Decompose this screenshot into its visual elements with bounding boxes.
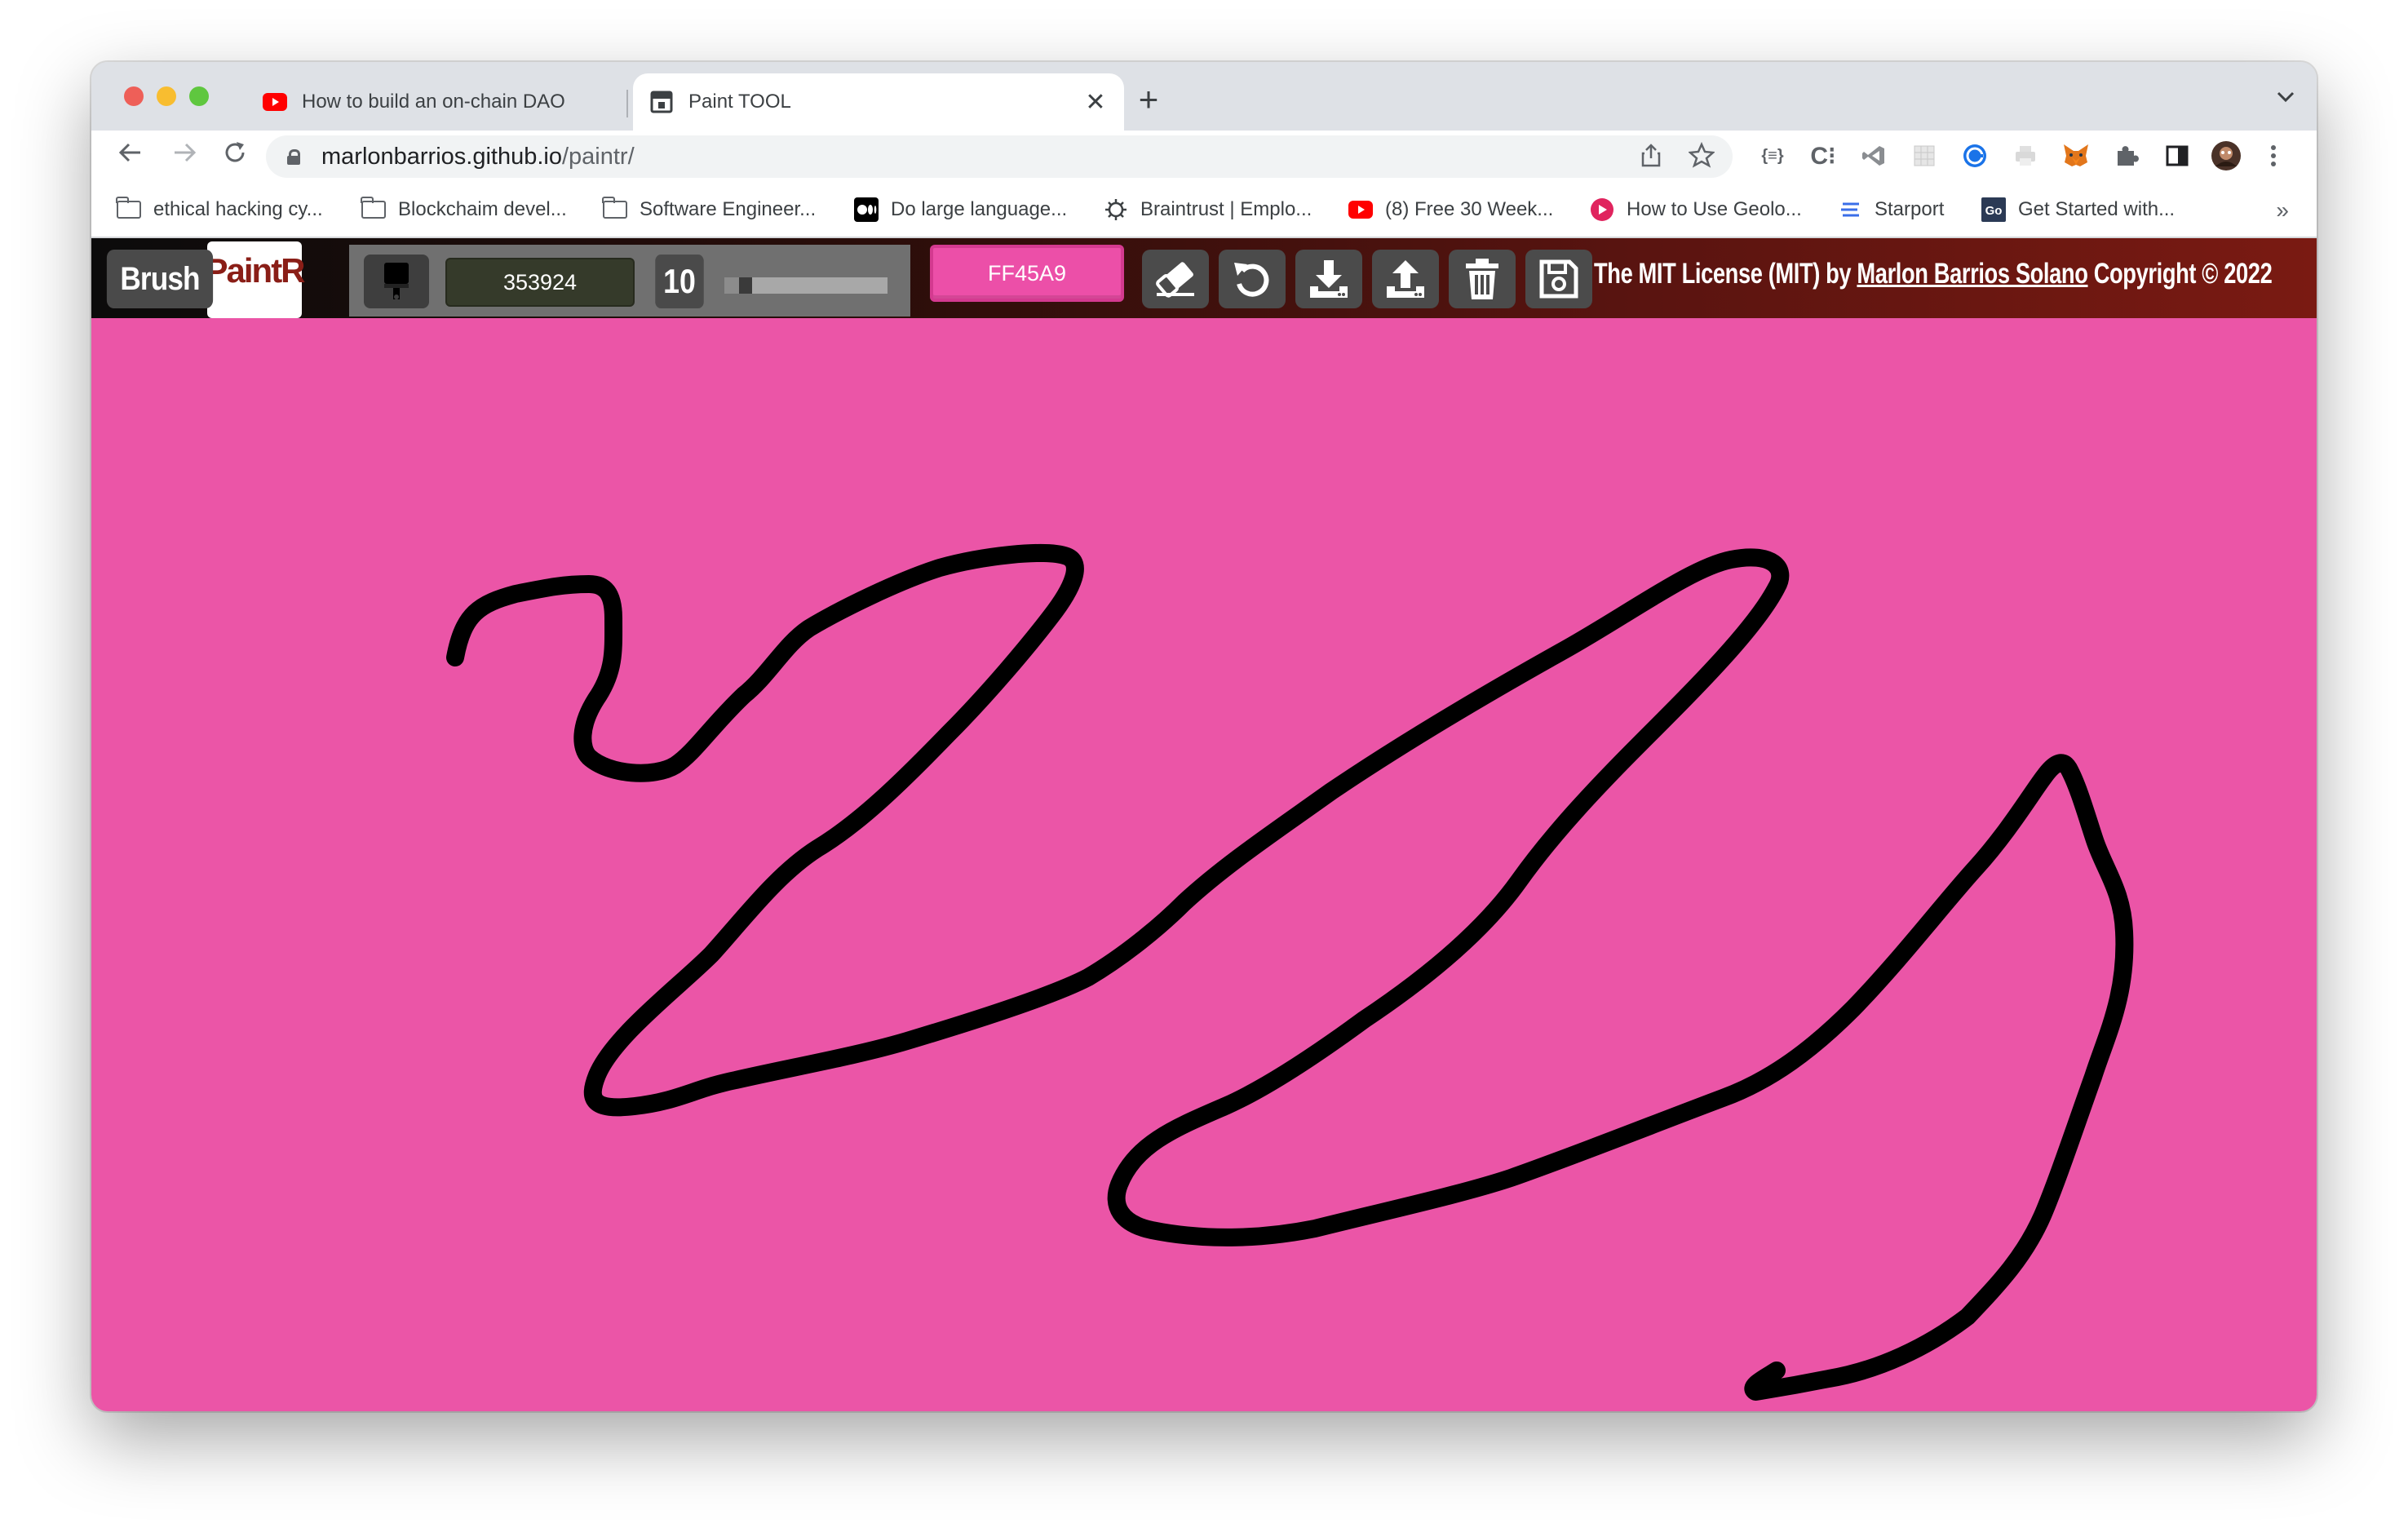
address-bar[interactable]: marlonbarrios.github.io/paintr/ bbox=[266, 135, 1733, 178]
bookmark-label: Software Engineer... bbox=[640, 198, 817, 220]
download-button[interactable] bbox=[1295, 250, 1362, 308]
lock-icon bbox=[287, 149, 300, 165]
eraser-icon bbox=[1156, 262, 1194, 298]
forward-arrow-icon bbox=[175, 143, 197, 162]
paint-brush-icon bbox=[384, 263, 409, 299]
vscode-extension-icon[interactable] bbox=[1858, 140, 1889, 171]
browser-menu-icon[interactable] bbox=[2258, 140, 2289, 171]
bookmark-label: ethical hacking cy... bbox=[153, 198, 323, 220]
svg-text:Go: Go bbox=[1985, 204, 2003, 218]
back-button[interactable] bbox=[113, 139, 148, 175]
code-extension-icon[interactable]: C⁝ bbox=[1808, 140, 1839, 171]
paintr-logo: PaintR bbox=[206, 241, 306, 318]
profile-avatar[interactable] bbox=[2211, 140, 2242, 171]
url-text: marlonbarrios.github.io/paintr/ bbox=[321, 143, 635, 170]
brush-size-value: 10 bbox=[655, 255, 704, 308]
clear-canvas-button[interactable] bbox=[1449, 250, 1516, 308]
tab-separator bbox=[626, 90, 628, 117]
bookmark-label: (8) Free 30 Week... bbox=[1385, 198, 1554, 220]
json-viewer-extension-icon[interactable]: {≡} bbox=[1757, 140, 1788, 171]
folder-icon bbox=[116, 197, 142, 222]
side-panel-icon[interactable] bbox=[2162, 140, 2193, 171]
bookmark-label: Starport bbox=[1875, 198, 1945, 220]
bookmark-braintrust[interactable]: Braintrust | Emplo... bbox=[1103, 183, 1312, 237]
brush-stroke bbox=[446, 543, 2134, 1401]
browser-window: How to build an on-chain DAO ✕ Paint TOO… bbox=[91, 62, 2317, 1411]
save-button[interactable] bbox=[1525, 250, 1592, 308]
more-bookmarks-button[interactable]: » bbox=[2276, 197, 2289, 224]
youtube-icon bbox=[1348, 197, 1374, 222]
bookmark-label: How to Use Geolo... bbox=[1627, 198, 1802, 220]
bookmark-free-30-week[interactable]: (8) Free 30 Week... bbox=[1348, 183, 1553, 237]
download-icon bbox=[1310, 260, 1348, 298]
background-color-button[interactable]: FF45A9 bbox=[930, 245, 1124, 302]
eraser-button[interactable] bbox=[1142, 250, 1209, 308]
save-icon bbox=[1539, 259, 1578, 299]
go-icon: Go bbox=[1981, 197, 2007, 222]
bookmark-software-engineer[interactable]: Software Engineer... bbox=[602, 183, 816, 237]
undo-button[interactable] bbox=[1219, 250, 1286, 308]
reload-button[interactable] bbox=[217, 139, 253, 175]
folder-icon bbox=[602, 197, 628, 222]
minimize-window-button[interactable] bbox=[157, 86, 176, 106]
paintr-toolbar: PaintR Brush 353924 10 FF45A9 The MIT Li… bbox=[91, 238, 2317, 318]
license-text: The MIT License (MIT) by Marlon Barrios … bbox=[1594, 258, 2273, 290]
bookmark-get-started[interactable]: Go Get Started with... bbox=[1981, 183, 2175, 237]
extensions-puzzle-icon[interactable] bbox=[2111, 140, 2142, 171]
back-arrow-icon bbox=[118, 143, 140, 162]
upload-button[interactable] bbox=[1372, 250, 1439, 308]
medium-icon bbox=[853, 197, 879, 222]
bookmark-geolocation[interactable]: How to Use Geolo... bbox=[1589, 183, 1802, 237]
trash-icon bbox=[1466, 259, 1498, 299]
brush-controls: 353924 10 bbox=[349, 245, 910, 317]
brush-size-slider[interactable] bbox=[724, 277, 888, 294]
bookmark-ethical-hacking[interactable]: ethical hacking cy... bbox=[116, 183, 323, 237]
reload-icon bbox=[225, 142, 245, 162]
printer-extension-icon[interactable] bbox=[2010, 140, 2041, 171]
tab-title: How to build an on-chain DAO bbox=[302, 91, 565, 113]
bookmark-blockchain-devel[interactable]: Blockchaim devel... bbox=[361, 183, 567, 237]
author-link[interactable]: Marlon Barrios Solano bbox=[1857, 258, 2087, 290]
bookmark-starport[interactable]: Starport bbox=[1837, 183, 1944, 237]
starport-icon bbox=[1837, 197, 1863, 222]
maximize-window-button[interactable] bbox=[189, 86, 209, 106]
brush-color-button[interactable] bbox=[364, 255, 429, 308]
bookmarks-bar: ethical hacking cy... Blockchaim devel..… bbox=[91, 183, 2317, 238]
new-tab-button[interactable]: + bbox=[1129, 80, 1168, 119]
site-icon bbox=[1589, 197, 1615, 222]
tab-paint-tool[interactable]: Paint TOOL ✕ bbox=[633, 73, 1124, 131]
youtube-icon bbox=[263, 90, 287, 114]
tab-title: Paint TOOL bbox=[688, 91, 791, 113]
close-tab-icon[interactable]: ✕ bbox=[1083, 88, 1108, 117]
drawing-canvas[interactable] bbox=[91, 318, 2317, 1411]
browser-toolbar: marlonbarrios.github.io/paintr/ {≡} C⁝ bbox=[91, 131, 2317, 183]
tab-strip: How to build an on-chain DAO ✕ Paint TOO… bbox=[91, 62, 2317, 131]
folder-icon bbox=[361, 197, 387, 222]
bookmark-label: Get Started with... bbox=[2018, 198, 2176, 220]
brush-color-input[interactable]: 353924 bbox=[445, 258, 635, 307]
forward-button[interactable] bbox=[166, 139, 202, 175]
paint-tool-favicon bbox=[649, 90, 674, 114]
share-icon[interactable] bbox=[1640, 142, 1662, 175]
brush-mode-button[interactable]: Brush bbox=[106, 250, 214, 308]
bookmark-label: Do large language... bbox=[891, 198, 1068, 220]
undo-icon bbox=[1234, 263, 1269, 297]
bookmark-star-icon[interactable] bbox=[1688, 141, 1715, 175]
upload-icon bbox=[1387, 260, 1424, 298]
metamask-fox-icon[interactable] bbox=[2061, 140, 2092, 171]
grid-extension-icon[interactable] bbox=[1909, 140, 1940, 171]
drawing-layer bbox=[446, 543, 2134, 1401]
braintrust-icon bbox=[1103, 197, 1129, 222]
tab-search-button[interactable] bbox=[2276, 83, 2295, 109]
slider-thumb[interactable] bbox=[739, 277, 752, 294]
bookmark-label: Braintrust | Emplo... bbox=[1140, 198, 1312, 220]
bookmark-large-language[interactable]: Do large language... bbox=[853, 183, 1067, 237]
close-window-button[interactable] bbox=[124, 86, 144, 106]
grammarly-extension-icon[interactable] bbox=[1959, 140, 1990, 171]
bookmark-label: Blockchaim devel... bbox=[398, 198, 567, 220]
